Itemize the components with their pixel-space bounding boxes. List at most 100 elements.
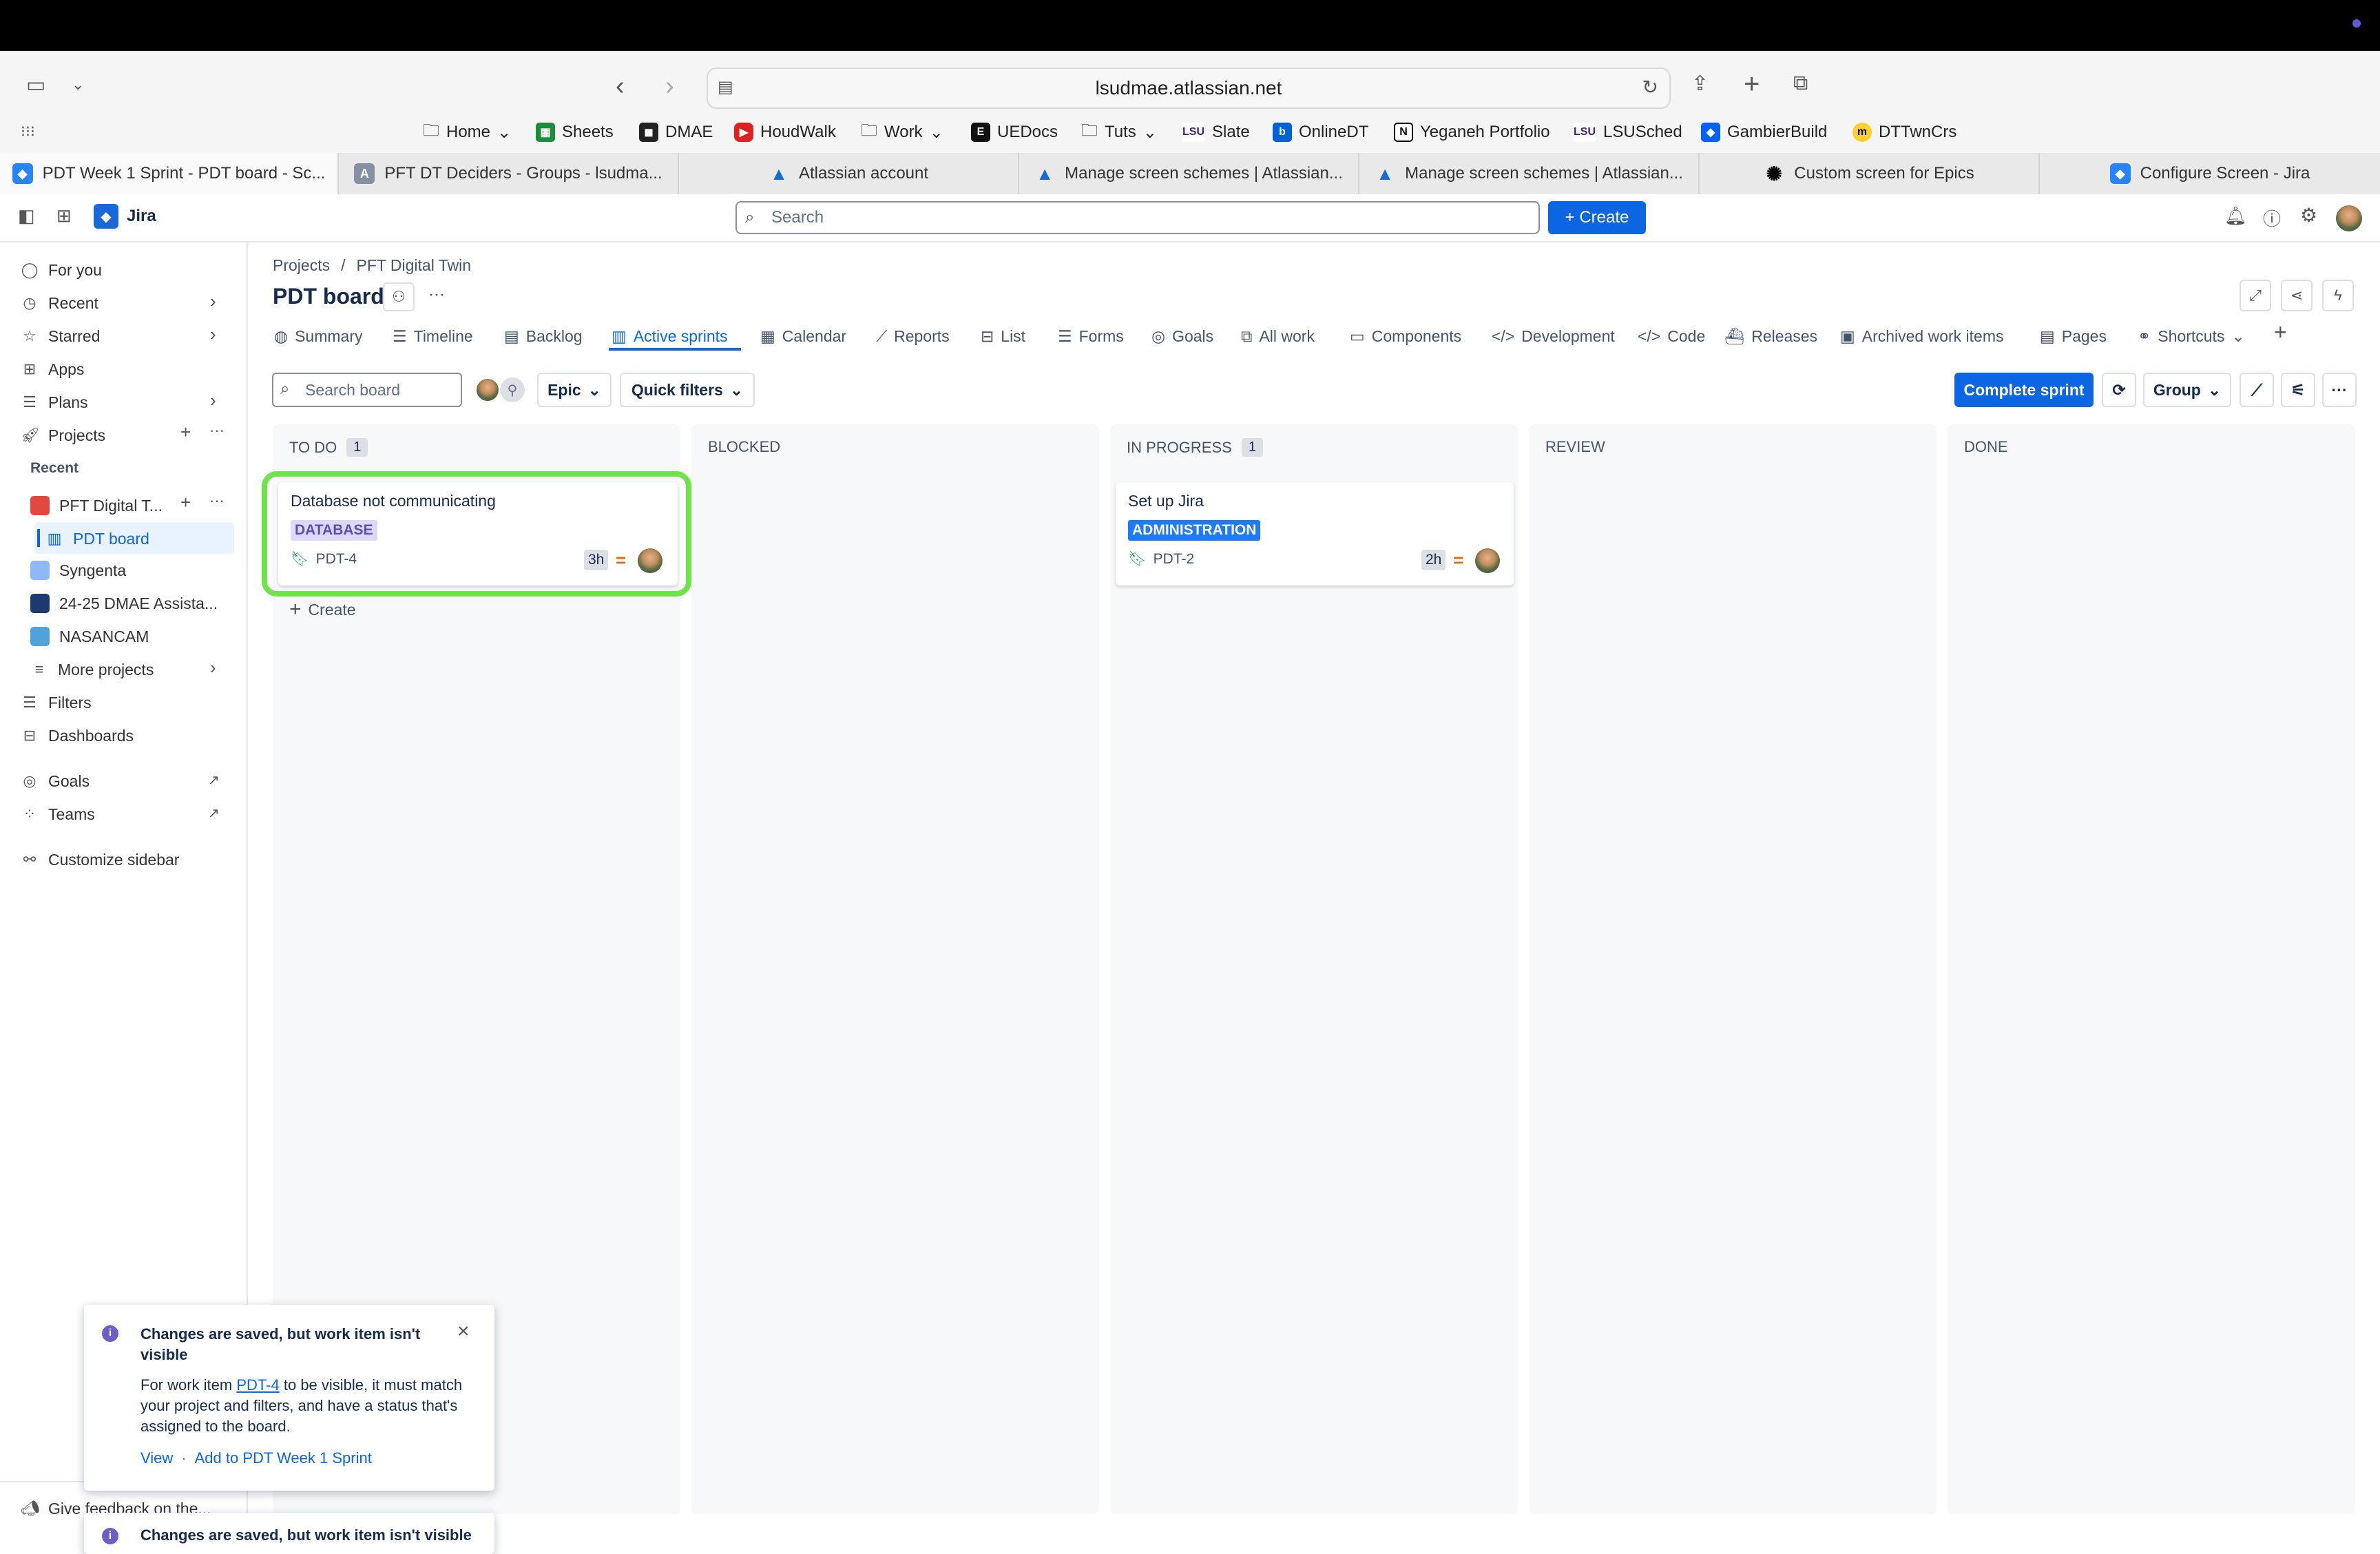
complete-sprint-button[interactable]: Complete sprint xyxy=(1954,373,2094,407)
assignee-avatar[interactable] xyxy=(475,377,500,402)
sidebar-collapse-icon[interactable]: ◧ xyxy=(18,205,35,227)
tab-list[interactable]: ⊟ List xyxy=(981,322,1025,350)
group-button[interactable]: Group ⌄ xyxy=(2143,373,2231,407)
breadcrumb-projects[interactable]: Projects xyxy=(273,256,330,275)
tab-manage-screen-schemes-2[interactable]: ▲ Manage screen schemes | Atlassian... xyxy=(1359,153,1700,194)
site-settings-icon[interactable]: ▤ xyxy=(718,77,733,97)
tab-pdt-week-1-sprint[interactable]: ◆ PDT Week 1 Sprint - PDT board - Sc... xyxy=(0,153,339,194)
app-switcher-icon[interactable]: ⊞ xyxy=(56,205,72,227)
tab-forms[interactable]: ☰ Forms xyxy=(1058,322,1124,350)
sidebar-item-dashboards[interactable]: ⊟ Dashboards xyxy=(21,721,134,751)
assignee-avatar[interactable] xyxy=(638,548,662,573)
card-pdt-4[interactable]: Database not communicating DATABASE 🔖︎ PD… xyxy=(278,482,678,586)
bookmark-gambierbuild[interactable]: ◆ GambierBuild xyxy=(1701,120,1827,145)
bookmark-dmae[interactable]: ◼ DMAE xyxy=(639,120,713,145)
assignee-avatar[interactable] xyxy=(1475,548,1500,573)
view-link[interactable]: View xyxy=(140,1449,173,1467)
tab-manage-screen-schemes-1[interactable]: ▲ Manage screen schemes | Atlassian... xyxy=(1019,153,1359,194)
chevron-right-icon[interactable]: › xyxy=(210,324,216,345)
bookmark-onlinedt[interactable]: b OnlineDT xyxy=(1273,120,1368,145)
quick-filters-button[interactable]: Quick filters ⌄ xyxy=(620,373,755,407)
apps-grid-icon[interactable]: ⁝⁝⁝ xyxy=(21,123,35,141)
sidebar-item-more-projects[interactable]: ≡ More projects xyxy=(30,654,154,685)
jira-logo[interactable]: ◆ Jira xyxy=(94,204,156,229)
tab-releases[interactable]: ⛴︎ Releases xyxy=(1724,322,1817,350)
bookmark-slate[interactable]: LSU Slate xyxy=(1182,120,1250,145)
close-icon[interactable]: × xyxy=(457,1320,470,1343)
sidebar-item-apps[interactable]: ⊞ Apps xyxy=(21,354,85,384)
tab-components[interactable]: ▭ Components xyxy=(1350,322,1461,350)
tab-development[interactable]: </> Development xyxy=(1492,322,1615,350)
insights-icon[interactable]: ⟋ xyxy=(2240,373,2274,407)
add-to-sprint-link[interactable]: Add to PDT Week 1 Sprint xyxy=(195,1449,372,1467)
chevron-right-icon[interactable]: › xyxy=(210,390,216,411)
forward-icon[interactable]: › xyxy=(665,72,674,101)
tab-goals[interactable]: ◎ Goals xyxy=(1151,322,1213,350)
add-tab-icon[interactable]: + xyxy=(2274,320,2287,345)
work-item-link[interactable]: PDT-4 xyxy=(236,1376,279,1394)
tab-pages[interactable]: ▤ Pages xyxy=(2040,322,2107,350)
bookmark-yeganeh-portfolio[interactable]: N Yeganeh Portfolio xyxy=(1394,120,1550,145)
card-pdt-2[interactable]: Set up Jira ADMINISTRATION 🔖︎ PDT-2 2h = xyxy=(1116,482,1514,586)
tab-shortcuts[interactable]: ⚭ Shortcuts ⌄ xyxy=(2138,322,2245,350)
more-icon[interactable]: ··· xyxy=(209,492,225,510)
reload-icon[interactable]: ↻ xyxy=(1642,76,1658,99)
tab-all-work[interactable]: ⧉ All work xyxy=(1241,322,1315,350)
sidebar-item-goals[interactable]: ◎ Goals xyxy=(21,766,90,796)
bookmark-uedocs[interactable]: E UEDocs xyxy=(971,120,1058,145)
bookmark-tuts[interactable]: 🗀 Tuts ⌄ xyxy=(1081,120,1157,145)
search-board-input[interactable]: ⌕ Search board xyxy=(272,373,462,407)
share-icon[interactable]: ⋖ xyxy=(2281,280,2313,311)
unassigned-avatar-icon[interactable]: ⚲ xyxy=(500,377,525,402)
chevron-right-icon[interactable]: › xyxy=(210,657,216,678)
sidebar-item-plans[interactable]: ☰ Plans xyxy=(21,387,87,417)
tab-active-sprints[interactable]: ▥ Active sprints xyxy=(612,322,728,350)
view-settings-icon[interactable]: ⚟ xyxy=(2281,373,2315,407)
tab-archived-work-items[interactable]: ▣ Archived work items xyxy=(1840,322,2004,350)
tab-code[interactable]: </> Code xyxy=(1638,322,1705,350)
sync-icon[interactable]: ⟳ xyxy=(2102,373,2136,407)
share-icon[interactable]: ⇪ xyxy=(1691,72,1709,96)
sidebar-item-recent[interactable]: ◷ Recent xyxy=(21,288,98,318)
add-icon[interactable]: + xyxy=(180,492,191,513)
back-icon[interactable]: ‹ xyxy=(616,72,625,101)
bookmark-home[interactable]: 🗀 Home ⌄ xyxy=(423,120,511,145)
create-button[interactable]: + Create xyxy=(1548,201,1646,234)
new-tab-icon[interactable]: + xyxy=(1744,69,1760,100)
bookmark-lsusched[interactable]: LSU LSUSched xyxy=(1573,120,1682,145)
add-project-icon[interactable]: + xyxy=(180,422,191,443)
chevron-down-icon[interactable]: ⌄ xyxy=(72,76,84,94)
tab-custom-screen-for-epics[interactable]: ✺ Custom screen for Epics xyxy=(1700,153,2040,194)
automation-icon[interactable]: ϟ xyxy=(2322,280,2354,311)
sidebar-item-customize[interactable]: ⚯ Customize sidebar xyxy=(21,845,180,875)
url-bar[interactable]: ▤ lsudmae.atlassian.net ↻ xyxy=(707,68,1671,109)
bookmark-sheets[interactable]: ▦ Sheets xyxy=(536,120,614,145)
bookmark-houdwalk[interactable]: ▶ HoudWalk xyxy=(734,120,836,145)
sidebar-item-for-you[interactable]: ◯ For you xyxy=(21,255,102,285)
chevron-right-icon[interactable]: › xyxy=(210,291,216,312)
settings-gear-icon[interactable]: ⚙ xyxy=(2300,204,2317,227)
tab-backlog[interactable]: ▤ Backlog xyxy=(504,322,583,350)
sidebar-toggle-icon[interactable]: ▭ xyxy=(26,73,45,97)
global-search-input[interactable]: ⌕ Search xyxy=(735,201,1540,234)
sidebar-project-nasancam[interactable]: NASANCAM xyxy=(30,621,149,652)
team-icon[interactable]: ⚇ xyxy=(383,282,415,311)
notifications-icon[interactable]: 🔔︎ xyxy=(2224,205,2247,227)
sidebar-project-syngenta[interactable]: Syngenta xyxy=(30,555,126,586)
tab-pft-dt-deciders[interactable]: A PFT DT Deciders - Groups - lsudma... xyxy=(339,153,679,194)
tab-calendar[interactable]: ▦ Calendar xyxy=(760,322,846,350)
sidebar-item-projects[interactable]: 🚀︎ Projects xyxy=(21,420,105,450)
sidebar-project-pft-digital-twin[interactable]: PFT Digital T... xyxy=(30,490,163,521)
more-icon[interactable]: ··· xyxy=(428,285,445,304)
sidebar-item-filters[interactable]: ☰ Filters xyxy=(21,687,92,718)
tab-configure-screen[interactable]: ◆ Configure Screen - Jira xyxy=(2040,153,2380,194)
tab-timeline[interactable]: ☰ Timeline xyxy=(393,322,473,350)
more-icon[interactable]: ··· xyxy=(2322,373,2357,407)
tab-overview-icon[interactable]: ⧉ xyxy=(1793,72,1808,95)
help-icon[interactable]: ⓘ xyxy=(2263,205,2281,231)
bookmark-work[interactable]: 🗀 Work ⌄ xyxy=(861,120,943,145)
tab-reports[interactable]: ⟋ Reports xyxy=(876,322,950,350)
external-link-icon[interactable]: ↗ xyxy=(208,805,220,822)
more-icon[interactable]: ··· xyxy=(209,422,225,439)
sidebar-item-pdt-board[interactable]: ▥ PDT board xyxy=(45,524,149,554)
